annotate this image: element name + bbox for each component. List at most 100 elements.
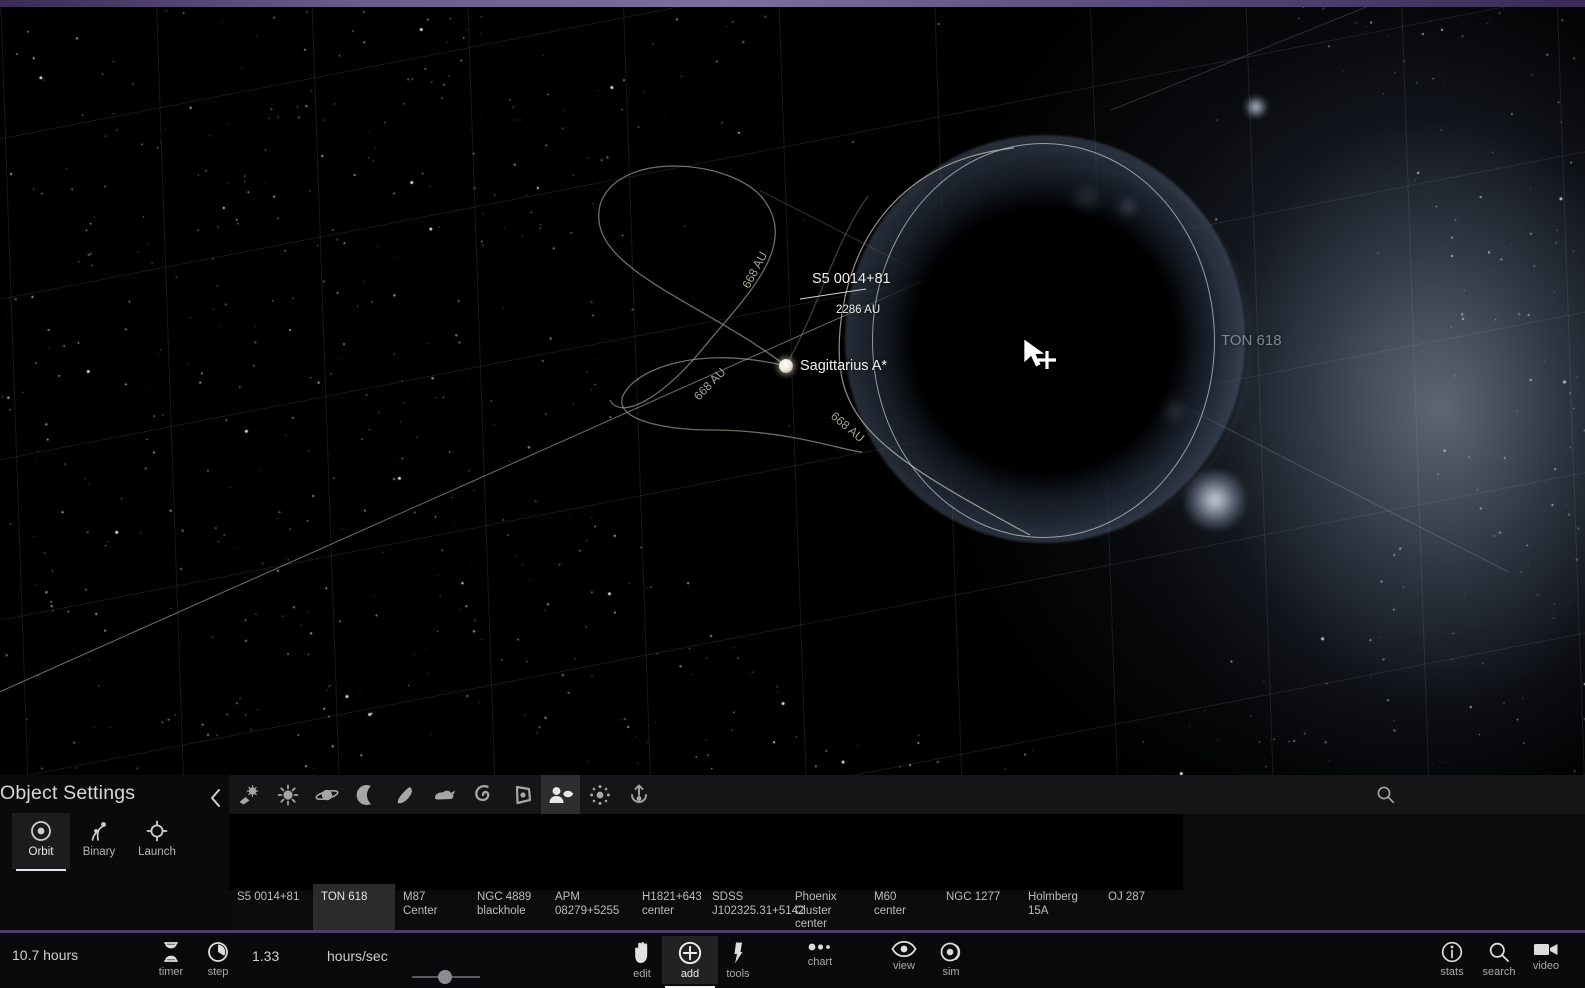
category-moon-icon[interactable] — [346, 775, 385, 814]
category-irregular-galaxy-icon[interactable] — [502, 775, 541, 814]
object-list-item[interactable]: Holmberg 15A — [1020, 884, 1100, 930]
tool-label: tools — [726, 968, 750, 980]
hand-icon — [631, 941, 653, 965]
category-cluster-icon[interactable] — [580, 775, 619, 814]
tool-label: add — [680, 968, 700, 980]
chart-dots-icon — [808, 943, 830, 951]
nebula-icon — [434, 790, 455, 799]
category-asteroid-belt-icon[interactable] — [229, 775, 268, 814]
asteroid-belt-icon — [239, 784, 258, 804]
object-list[interactable]: S5 0014+81 TON 618 M87 Center NGC 4889 blac… — [229, 884, 1585, 930]
time-rate-slider-knob[interactable] — [438, 970, 452, 984]
info-icon — [1441, 941, 1463, 963]
hand-icon — [635, 942, 648, 963]
irregular-galaxy-icon — [515, 785, 531, 804]
bottom-accent-line — [0, 930, 1585, 933]
object-list-item[interactable]: NGC 1277 — [938, 884, 1020, 930]
tool-video[interactable]: video — [1518, 936, 1574, 984]
mode-tab-group[interactable]: Orbit Binary Launch — [12, 813, 186, 871]
object-list-item-label: S5 0014+81 — [237, 891, 300, 903]
top-accent-bar — [0, 0, 1585, 7]
mode-tab-launch[interactable]: Launch — [128, 813, 186, 869]
elapsed-time-readout: 10.7 hours — [12, 947, 79, 963]
category-planet-ringed-icon[interactable] — [307, 775, 346, 814]
object-list-item[interactable]: TON 618 — [313, 884, 395, 930]
mode-tab-binary[interactable]: Binary — [70, 813, 128, 869]
tool-tools[interactable]: tools — [710, 936, 766, 984]
object-list-item[interactable]: M87 Center — [395, 884, 469, 930]
orbit-icon — [30, 820, 52, 842]
object-list-item-label: OJ 287 — [1108, 891, 1146, 903]
star-icon — [277, 784, 298, 805]
object-list-item[interactable]: M60 center — [866, 884, 938, 930]
object-list-item-label: H1821+643 center — [642, 891, 702, 917]
spiral-galaxy-icon — [474, 784, 489, 801]
info-icon — [1441, 941, 1463, 963]
object-list-item[interactable]: Phoenix Cluster center — [787, 884, 866, 930]
object-list-item-label: NGC 4889 blackhole — [477, 891, 532, 917]
object-list-item[interactable]: SDSS J102325.31+5142 — [704, 884, 804, 930]
object-list-item-label: M60 center — [874, 891, 906, 917]
tool-label: video — [1532, 960, 1560, 972]
category-blackhole-group-icon[interactable] — [541, 775, 580, 814]
collapse-panel-button[interactable] — [203, 785, 227, 811]
bottom-toolbar: 10.7 hours timer step 1.33 hours/sec edi… — [0, 930, 1585, 988]
object-settings-left: Object Settings Orbit Binary Launch — [0, 775, 229, 930]
tool-label: edit — [633, 968, 651, 980]
object-list-item-label: APM 08279+5255 — [555, 891, 620, 917]
blackhole-group-icon — [549, 786, 573, 803]
tool-label: stats — [1440, 966, 1464, 978]
step-button[interactable]: step — [190, 936, 246, 984]
object-list-item[interactable]: NGC 4889 blackhole — [469, 884, 547, 930]
tool-chart[interactable]: chart — [792, 936, 848, 984]
rate-unit[interactable]: hours/sec — [327, 948, 388, 964]
object-list-item-label: TON 618 — [321, 891, 368, 903]
step-clock-icon — [208, 942, 228, 962]
eye-icon — [891, 941, 917, 957]
category-probe-launch-icon[interactable] — [619, 775, 658, 814]
search-icon — [1489, 942, 1509, 962]
app-root: S5 0014+81 2286 AU Sagittarius A* TON 618 66… — [0, 0, 1585, 988]
object-list-item-label: M87 Center — [403, 891, 438, 917]
category-comet-icon[interactable] — [385, 775, 424, 814]
mode-tab-label: Orbit — [28, 846, 54, 858]
mode-tab-orbit[interactable]: Orbit — [12, 813, 70, 871]
object-list-item[interactable]: H1821+643 center — [634, 884, 704, 930]
object-list-item-label: Phoenix Cluster center — [795, 891, 837, 930]
tool-label: sim — [942, 966, 960, 978]
orbit-paths — [598, 147, 1031, 536]
category-star-icon[interactable] — [268, 775, 307, 814]
sim-orbit-icon — [939, 941, 963, 963]
binary-icon — [88, 820, 110, 842]
tool-sim[interactable]: sim — [923, 936, 979, 984]
search-icon — [1488, 941, 1510, 963]
category-search-button[interactable] — [1366, 775, 1405, 814]
object-list-item-label: NGC 1277 — [946, 891, 1001, 903]
simulation-viewport[interactable]: S5 0014+81 2286 AU Sagittarius A* TON 618 66… — [0, 0, 1585, 775]
video-icon — [1533, 941, 1559, 957]
tool-label: view — [892, 960, 915, 972]
sagittarius-a-body[interactable] — [779, 359, 793, 373]
wrench-icon — [734, 942, 743, 964]
eye-icon — [891, 941, 917, 957]
mode-tab-label: Launch — [138, 846, 176, 858]
probe-launch-icon — [630, 784, 647, 803]
wrench-icon — [729, 941, 747, 965]
cluster-icon — [589, 784, 610, 805]
object-list-item[interactable]: APM 08279+5255 — [547, 884, 634, 930]
object-list-item[interactable]: OJ 287 — [1100, 884, 1170, 930]
object-list-item-label: Holmberg 15A — [1028, 891, 1078, 917]
category-spiral-galaxy-icon[interactable] — [463, 775, 502, 814]
rate-value[interactable]: 1.33 — [252, 948, 279, 964]
object-list-item[interactable]: S5 0014+81 — [229, 884, 313, 930]
tool-label: search — [1482, 966, 1516, 978]
video-icon — [1534, 944, 1558, 955]
time-rate-slider[interactable] — [412, 970, 480, 984]
category-icon-bar[interactable] — [229, 775, 1585, 814]
category-nebula-icon[interactable] — [424, 775, 463, 814]
chevron-left-icon — [210, 789, 220, 807]
search-icon — [1377, 786, 1395, 804]
hourglass-icon — [164, 942, 178, 962]
tool-label: chart — [807, 956, 833, 968]
planet-ringed-icon — [314, 789, 339, 800]
